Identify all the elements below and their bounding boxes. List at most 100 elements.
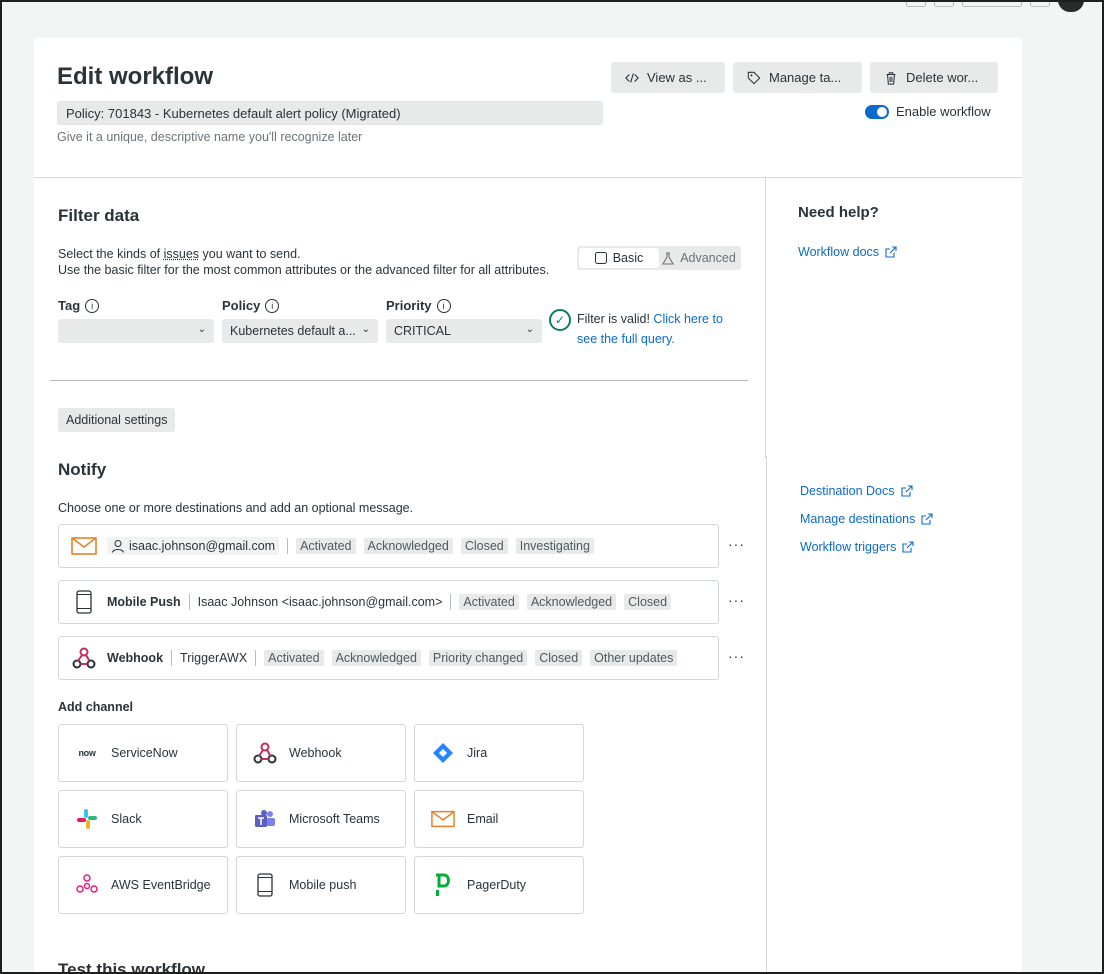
separator — [450, 594, 452, 610]
additional-settings-button[interactable]: Additional settings — [58, 408, 176, 432]
delete-workflow-button[interactable]: Delete wor... — [870, 62, 998, 93]
notify-description: Choose one or more destinations and add … — [58, 501, 414, 515]
status-tag: Activated — [264, 650, 324, 666]
info-icon[interactable]: i — [85, 298, 100, 313]
channel-label: AWS EventBridge — [111, 878, 211, 892]
recipient-email: isaac.johnson@gmail.com — [129, 539, 276, 553]
tag-label: Tag i — [58, 298, 100, 313]
servicenow-icon: now — [75, 748, 99, 758]
destination-menu-button[interactable]: ··· — [728, 536, 745, 552]
destination-docs-label: Destination Docs — [800, 484, 895, 498]
flask-icon — [662, 251, 675, 265]
manage-destinations-link[interactable]: Manage destinations — [800, 512, 933, 526]
info-icon[interactable]: i — [265, 298, 280, 313]
external-link-icon — [900, 485, 913, 497]
destination-row-email[interactable]: isaac.johnson@gmail.com Activated Acknow… — [58, 524, 719, 568]
separator — [255, 650, 257, 666]
channel-pagerduty[interactable]: PagerDuty — [414, 856, 584, 914]
issues-term[interactable]: issues — [164, 247, 199, 261]
destination-menu-button[interactable]: ··· — [728, 592, 745, 608]
chevron-down-icon: ⌄ — [197, 324, 206, 335]
channel-mobile-push[interactable]: Mobile push — [236, 856, 406, 914]
tag-select[interactable]: ⌄ — [58, 319, 214, 343]
filter-mode-switch[interactable]: Basic Advanced — [577, 246, 741, 270]
channel-webhook[interactable]: Webhook — [236, 724, 406, 782]
status-tag: Acknowledged — [526, 594, 617, 610]
destination-menu-button[interactable]: ··· — [728, 648, 745, 664]
enable-workflow-toggle[interactable] — [865, 104, 889, 119]
section-divider — [50, 380, 748, 381]
valid-text: Filter is valid! — [577, 312, 650, 326]
test-workflow-title: Test this workflow — [58, 960, 206, 974]
enable-workflow-control[interactable]: Enable workflow — [865, 104, 991, 119]
toolbar-fragment-1[interactable] — [906, 0, 926, 7]
filter-mode-basic[interactable]: Basic — [579, 248, 659, 268]
channel-label: Slack — [111, 812, 142, 826]
channel-label: PagerDuty — [467, 878, 527, 892]
column-divider-lower — [766, 456, 767, 974]
view-as-label: View as ... — [647, 70, 707, 85]
add-channel-title: Add channel — [58, 700, 134, 714]
manage-destinations-label: Manage destinations — [800, 512, 916, 526]
channel-microsoft-teams[interactable]: Microsoft Teams — [236, 790, 406, 848]
destination-row-mobile-push[interactable]: Mobile Push Isaac Johnson <isaac.johnson… — [58, 580, 719, 624]
channel-aws-eventbridge[interactable]: AWS EventBridge — [58, 856, 228, 914]
toolbar-fragment-3[interactable] — [962, 0, 1022, 7]
avatar[interactable] — [1058, 0, 1084, 12]
channel-label: Microsoft Teams — [289, 812, 380, 826]
status-tag: Activated — [296, 538, 356, 554]
status-tag: Acknowledged — [363, 538, 453, 554]
destination-row-webhook[interactable]: Webhook TriggerAWX Activated Acknowledge… — [58, 636, 719, 680]
recipient-chip: isaac.johnson@gmail.com — [107, 537, 280, 555]
policy-select[interactable]: Kubernetes default a... ⌄ — [222, 319, 378, 343]
priority-label-text: Priority — [386, 298, 432, 313]
filter-desc-post: you want to send. — [199, 247, 301, 261]
chevron-down-icon: ⌄ — [525, 324, 534, 335]
tag-label-text: Tag — [58, 298, 81, 313]
channel-email[interactable]: Email — [414, 790, 584, 848]
status-tag: Acknowledged — [331, 650, 421, 666]
priority-select-value: CRITICAL — [394, 324, 451, 338]
external-link-icon — [902, 541, 914, 553]
view-as-button[interactable]: View as ... — [611, 62, 725, 93]
workflow-docs-link[interactable]: Workflow docs — [798, 245, 897, 259]
info-icon[interactable]: i — [436, 298, 451, 313]
channel-jira[interactable]: Jira — [414, 724, 584, 782]
status-tag: Closed — [535, 650, 583, 666]
trash-icon — [886, 71, 896, 85]
column-divider — [765, 178, 766, 458]
status-tag: Closed — [624, 594, 672, 610]
separator — [188, 594, 190, 610]
workflow-name-input[interactable]: Policy: 701843 - Kubernetes default aler… — [57, 101, 603, 125]
policy-label: Policy i — [222, 298, 280, 313]
toolbar-fragment-4[interactable] — [1030, 0, 1050, 7]
enable-workflow-label: Enable workflow — [896, 104, 991, 119]
workflow-triggers-link[interactable]: Workflow triggers — [800, 540, 914, 554]
chevron-down-icon: ⌄ — [361, 324, 370, 335]
destination-name: Mobile Push — [107, 595, 181, 609]
jira-icon — [431, 742, 455, 764]
mobile-icon — [69, 590, 99, 614]
filter-mode-advanced[interactable]: Advanced — [659, 248, 739, 268]
channel-servicenow[interactable]: now ServiceNow — [58, 724, 228, 782]
filter-valid-message: ✓ Filter is valid! Click here to see the… — [549, 309, 737, 349]
toolbar-fragment-2[interactable] — [934, 0, 954, 7]
channel-slack[interactable]: Slack — [58, 790, 228, 848]
basic-label: Basic — [612, 251, 644, 265]
destination-target: TriggerAWX — [180, 651, 248, 665]
check-circle-icon: ✓ — [549, 309, 571, 331]
top-toolbar-fragment — [906, 0, 1084, 12]
status-tag: Closed — [460, 538, 508, 554]
external-link-icon — [885, 246, 897, 258]
notify-title: Notify — [58, 460, 107, 479]
status-tag: Other updates — [590, 650, 678, 666]
channel-label: Webhook — [289, 746, 342, 760]
policy-select-value: Kubernetes default a... — [230, 324, 356, 338]
status-tag: Activated — [459, 594, 519, 610]
destination-docs-link[interactable]: Destination Docs — [800, 484, 913, 498]
channel-label: Mobile push — [289, 878, 357, 892]
priority-select[interactable]: CRITICAL ⌄ — [386, 319, 542, 343]
delete-workflow-label: Delete wor... — [906, 70, 979, 85]
manage-tags-button[interactable]: Manage ta... — [733, 62, 862, 93]
workflow-header: Edit workflow Policy: 701843 - Kubernete… — [34, 38, 1022, 178]
